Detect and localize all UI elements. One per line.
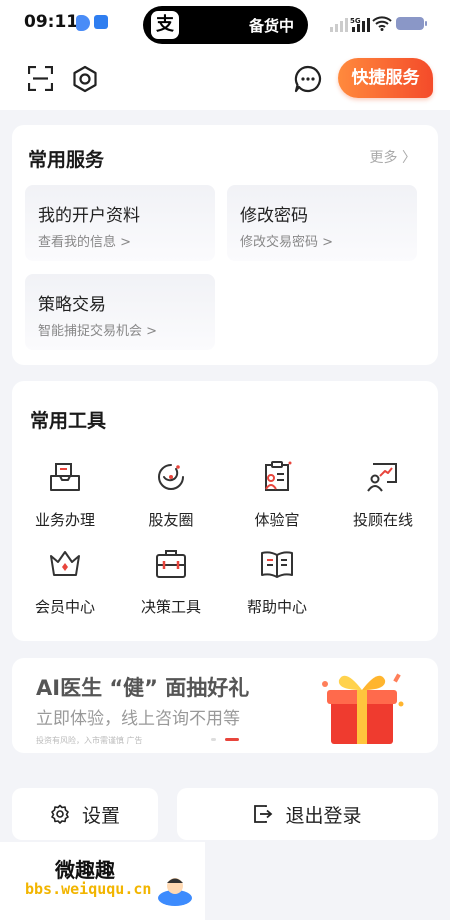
service-title: 策略交易	[38, 295, 106, 315]
business-icon	[50, 463, 80, 491]
logout-label: 退出登录	[285, 804, 362, 827]
watermark-title: 微趣趣	[55, 858, 115, 882]
experience-icon	[265, 461, 292, 491]
ai-doctor-banner[interactable]: AI医生 “健” 面抽好礼 立即体验，线上咨询不用等 投资有风险，入市需谨慎 广…	[12, 658, 438, 753]
help-book-icon	[261, 551, 293, 578]
battery-icon	[396, 17, 427, 30]
tool-label: 业务办理	[34, 511, 95, 529]
wifi-icon	[372, 16, 392, 31]
service-title: 修改密码	[240, 206, 308, 226]
logout-button[interactable]: 退出登录	[177, 788, 438, 840]
tool-label: 体验官	[254, 511, 300, 529]
advisor-icon	[367, 463, 397, 492]
settings-button[interactable]: 设置	[12, 788, 158, 840]
tool-member[interactable]: 会员中心	[12, 546, 118, 626]
alipay-logo-icon: 支	[151, 11, 179, 39]
service-subtitle: 查看我的信息 >	[38, 235, 132, 250]
service-change-password[interactable]: 修改密码 修改交易密码 >	[227, 185, 417, 261]
watermark: 微趣趣 bbs.weiququ.cn	[0, 842, 205, 920]
app-notification-icon-2	[94, 15, 108, 29]
gear-icon	[51, 804, 69, 824]
mascot-icon	[158, 878, 192, 906]
island-status-text: 备货中	[248, 17, 294, 35]
banner-title: AI医生 “健” 面抽好礼	[36, 676, 250, 700]
quick-service-button[interactable]: 快捷服务	[338, 58, 433, 98]
more-link[interactable]: 更多 〉	[370, 147, 416, 167]
service-account-info[interactable]: 我的开户资料 查看我的信息 >	[25, 185, 215, 261]
tool-circle[interactable]: 股友圈	[118, 459, 224, 539]
circle-icon	[158, 464, 184, 490]
service-strategy-trading[interactable]: 策略交易 智能捕捉交易机会 >	[25, 274, 215, 350]
service-subtitle: 智能捕捉交易机会 >	[38, 324, 158, 339]
tool-experience[interactable]: 体验官	[224, 459, 330, 539]
signal-icon: 5G	[330, 17, 370, 32]
banner-subtitle: 立即体验，线上咨询不用等	[36, 709, 240, 729]
status-bar: 09:11 支 备货中 5G	[0, 0, 450, 46]
common-tools-title: 常用工具	[30, 410, 107, 432]
banner-risk-note: 投资有风险，入市需谨慎 广告	[36, 736, 143, 745]
status-time: 09:11	[24, 12, 79, 32]
tool-label: 股友圈	[148, 511, 194, 529]
tool-label: 帮助中心	[246, 598, 307, 616]
message-icon[interactable]	[294, 65, 322, 93]
network-type: 5G	[350, 17, 361, 25]
common-services-title: 常用服务	[28, 149, 105, 171]
tool-decision[interactable]: 决策工具	[118, 546, 224, 626]
tool-label: 会员中心	[34, 598, 95, 616]
tool-help[interactable]: 帮助中心	[224, 546, 330, 626]
app-notification-icon	[76, 15, 90, 31]
carousel-dot-active	[225, 738, 239, 741]
tool-label: 投顾在线	[352, 511, 413, 529]
crown-icon	[50, 551, 80, 576]
dynamic-island[interactable]: 支 备货中	[143, 6, 308, 44]
common-tools-card: 常用工具 业务办理 股友圈 体验官 投顾在线 会员中心 决策工具 帮助中心	[12, 381, 438, 641]
watermark-url: bbs.weiququ.cn	[25, 880, 152, 898]
service-title: 我的开户资料	[38, 206, 140, 226]
common-services-card: 常用服务 更多 〉 我的开户资料 查看我的信息 > 修改密码 修改交易密码 > …	[12, 125, 438, 365]
service-subtitle: 修改交易密码 >	[240, 235, 334, 250]
tool-advisor[interactable]: 投顾在线	[330, 459, 436, 539]
scan-icon[interactable]	[28, 66, 53, 91]
settings-icon[interactable]	[71, 65, 99, 93]
gift-box-icon	[322, 673, 404, 744]
toolbox-icon	[156, 550, 186, 578]
settings-label: 设置	[81, 804, 120, 827]
tool-business[interactable]: 业务办理	[12, 459, 118, 539]
logout-icon	[254, 805, 273, 823]
tool-label: 决策工具	[140, 598, 201, 616]
top-bar: 快捷服务	[0, 46, 450, 110]
carousel-dot	[211, 738, 216, 741]
